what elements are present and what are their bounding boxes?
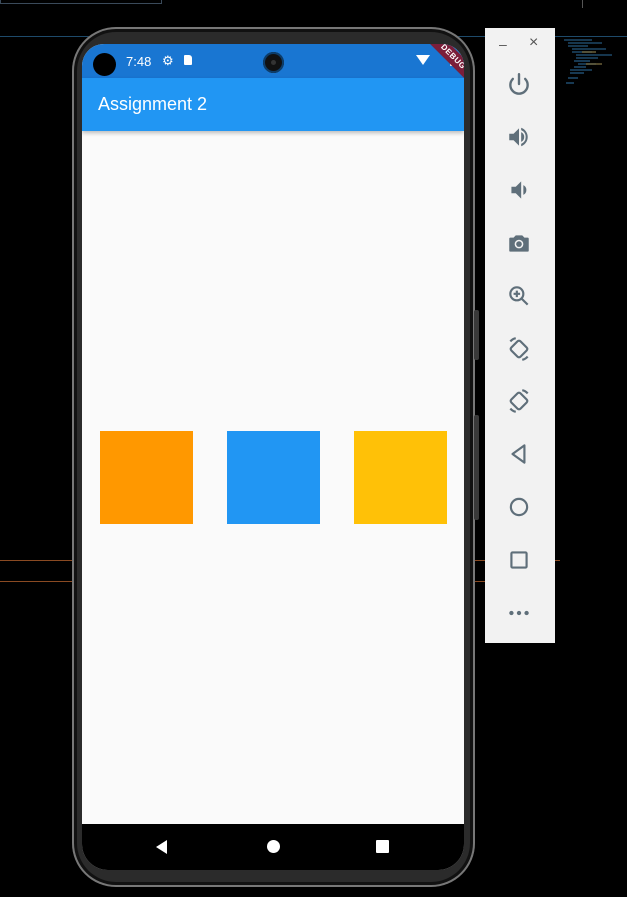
blue-box [227, 431, 320, 524]
page-title: Assignment 2 [98, 94, 208, 114]
wifi-icon [416, 55, 430, 65]
minimize-icon[interactable]: – [499, 36, 507, 52]
background-editor-frame [0, 0, 162, 4]
phone-power-key [474, 310, 479, 360]
front-camera-icon [263, 52, 284, 73]
zoom-icon[interactable] [503, 280, 535, 312]
camera-icon[interactable] [503, 227, 535, 259]
phone-screen: 7:48 ⚙ DEBUG Assignment 2 [82, 44, 464, 870]
rotate-left-icon[interactable] [503, 333, 535, 365]
system-nav-bar [82, 824, 464, 870]
status-time: 7:48 [126, 54, 152, 69]
status-bar: 7:48 ⚙ DEBUG [82, 44, 464, 94]
app-bar: Assignment 2 [82, 78, 464, 131]
nav-home-icon[interactable] [267, 840, 280, 853]
more-icon[interactable] [503, 597, 535, 629]
emulator-toolbar: – × [485, 28, 555, 643]
sd-card-icon [184, 55, 192, 65]
orange-box [100, 431, 193, 524]
amber-box [354, 431, 447, 524]
background-divider [582, 0, 583, 8]
volume-up-icon[interactable] [503, 121, 535, 153]
close-icon[interactable]: × [529, 34, 538, 52]
camera-cutout [93, 53, 116, 76]
power-icon[interactable] [503, 68, 535, 100]
nav-back-icon[interactable] [156, 840, 167, 854]
home-icon[interactable] [503, 491, 535, 523]
settings-gear-icon: ⚙ [162, 53, 174, 68]
volume-down-icon[interactable] [503, 174, 535, 206]
overview-icon[interactable] [503, 544, 535, 576]
background-code-minimap [564, 39, 612, 84]
nav-recents-icon[interactable] [376, 840, 389, 853]
rotate-right-icon[interactable] [503, 385, 535, 417]
phone-volume-key [474, 415, 479, 520]
back-icon[interactable] [503, 438, 535, 470]
